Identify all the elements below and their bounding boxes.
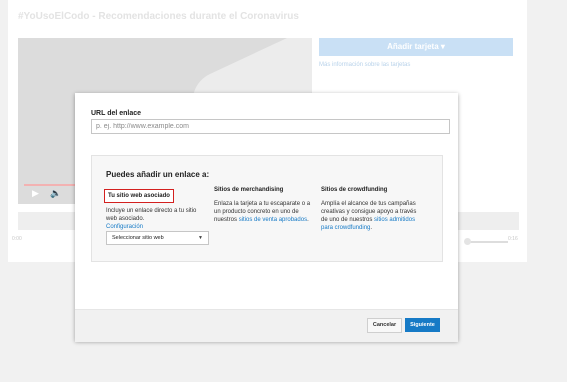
next-button[interactable]: Siguiente [405, 318, 440, 332]
settings-link[interactable]: Configuración [106, 224, 143, 230]
caret-down-icon: ▼ [198, 235, 203, 241]
time-end: 0:16 [508, 236, 518, 242]
add-card-button[interactable]: Añadir tarjeta ▾ [319, 38, 513, 56]
more-info-link[interactable]: Más información sobre las tarjetas [319, 62, 410, 68]
select-website-label: Seleccionar sitio web [112, 235, 164, 241]
option-heading: Sitios de merchandising [214, 187, 284, 193]
play-icon[interactable]: ▶ [32, 188, 39, 199]
option-merchandising-site[interactable]: Sitios de merchandising Enlaza la tarjet… [214, 184, 314, 224]
option-description: Amplía el alcance de tus campañas creati… [321, 200, 421, 232]
url-input[interactable] [91, 119, 450, 134]
option-heading: Tu sitio web asociado [104, 189, 174, 203]
time-start: 0:00 [12, 236, 22, 242]
option-associated-site[interactable]: Tu sitio web asociado Incluye un enlace … [104, 184, 206, 231]
option-description: Enlaza la tarjeta a tu escaparate o a un… [214, 200, 314, 224]
url-label: URL del enlace [91, 110, 142, 117]
select-website-dropdown[interactable]: Seleccionar sitio web ▼ [106, 231, 209, 245]
zoom-slider-track[interactable] [468, 241, 508, 243]
caret-down-icon: ▾ [440, 42, 445, 51]
dialog-footer: Cancelar Siguiente [75, 309, 458, 342]
option-text: Incluye un enlace directo a tu sitio web… [106, 208, 197, 222]
link-options-box: Puedes añadir un enlace a: Tu sitio web … [91, 155, 443, 262]
link-card-dialog: URL del enlace Puedes añadir un enlace a… [75, 93, 458, 342]
option-suffix: . [307, 217, 309, 223]
options-title: Puedes añadir un enlace a: [106, 170, 210, 179]
option-crowdfunding-site[interactable]: Sitios de crowdfunding Amplía el alcance… [321, 184, 421, 232]
approved-stores-link[interactable]: sitios de venta aprobados [239, 217, 307, 223]
cancel-button[interactable]: Cancelar [367, 318, 402, 333]
option-heading: Sitios de crowdfunding [321, 187, 388, 193]
option-suffix: . [370, 225, 373, 231]
option-description: Incluye un enlace directo a tu sitio web… [106, 207, 206, 231]
zoom-slider-handle[interactable] [464, 238, 471, 245]
volume-icon[interactable]: 🔈 [50, 188, 61, 199]
add-card-label: Añadir tarjeta [387, 42, 439, 51]
video-title: #YoUsoElCodo - Recomendaciones durante e… [18, 11, 299, 22]
